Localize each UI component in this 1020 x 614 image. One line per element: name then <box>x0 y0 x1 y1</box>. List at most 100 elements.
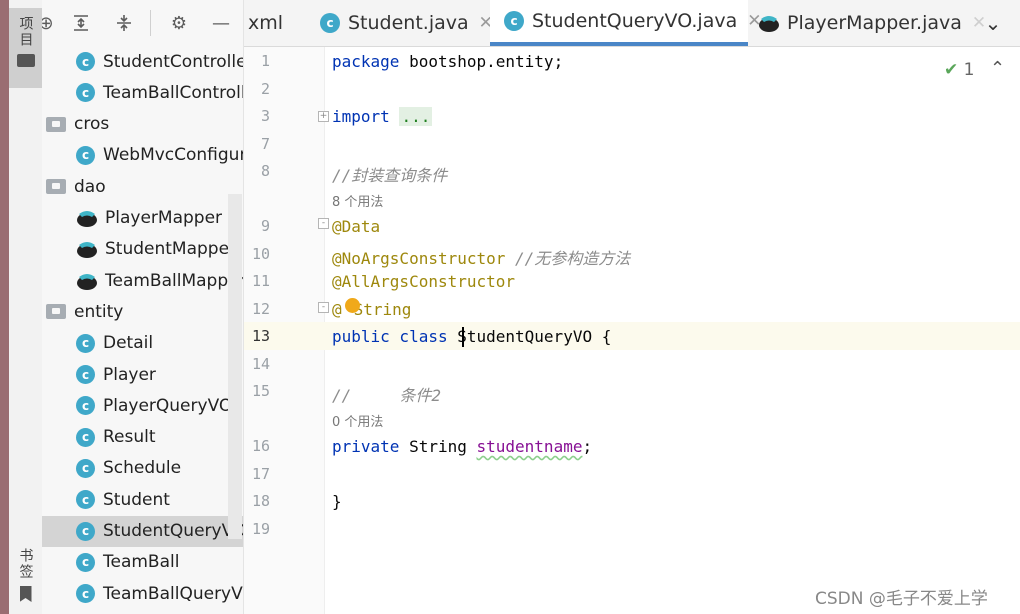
folder-icon <box>46 179 66 195</box>
tree-item[interactable]: cros <box>42 109 243 140</box>
tab-list-chevron-icon[interactable]: ⌄ <box>978 0 1008 46</box>
line-number: 18 <box>251 492 270 510</box>
bookmarks-tool-tab[interactable]: 书签 <box>9 548 42 614</box>
expand-all-icon[interactable] <box>69 11 93 35</box>
lightbulb-icon[interactable] <box>345 298 360 313</box>
tree-item-label: StudentController <box>103 51 244 72</box>
code-line-18[interactable]: } <box>332 492 342 511</box>
editor-tab-bar: xml c Student.java ✕ c StudentQueryVO.ja… <box>244 0 1020 47</box>
code-line-16[interactable]: private String studentname; <box>332 437 592 456</box>
tree-item-label: Schedule <box>103 458 182 479</box>
code-line-10[interactable]: @NoArgsConstructor //无参构造方法 <box>332 245 630 269</box>
tree-item[interactable]: entity <box>42 296 243 327</box>
class-icon: c <box>76 552 95 572</box>
class-icon: c <box>76 83 95 103</box>
code-line-9[interactable]: @Data <box>332 217 380 236</box>
minimize-icon[interactable]: — <box>209 11 233 35</box>
gear-icon[interactable]: ⚙ <box>167 11 191 35</box>
fold-marker-icon[interactable]: - <box>318 302 329 313</box>
tree-item[interactable]: c Student <box>42 484 243 515</box>
class-icon: c <box>76 365 95 384</box>
line-number: 15 <box>251 382 270 400</box>
code-line-11[interactable]: @AllArgsConstructor <box>332 272 515 291</box>
keyword: private <box>332 437 400 456</box>
tree-item[interactable]: c TeamBallController <box>42 77 243 108</box>
mybatis-icon <box>759 16 779 32</box>
usages-hint[interactable]: 8 个用法 <box>332 191 383 210</box>
annotation-at: @ <box>332 300 342 319</box>
tree-item[interactable]: c StudentController <box>42 46 244 77</box>
inspection-count: 1 <box>963 60 975 80</box>
brace: { <box>592 327 612 346</box>
tree-item[interactable]: StudentMapper <box>42 234 243 265</box>
project-toolbar: ⊕ ⚙ — <box>42 0 243 46</box>
folded-imports[interactable]: ... <box>399 107 433 126</box>
tree-item-label: TeamBallQueryVO <box>103 583 244 604</box>
usages-hint[interactable]: 0 个用法 <box>332 411 383 430</box>
tab-student-java[interactable]: c Student.java ✕ <box>320 0 493 46</box>
locate-icon[interactable]: ⊕ <box>42 11 58 35</box>
code-line-15[interactable]: // 条件2 <box>332 382 441 406</box>
project-tool-label: 项目 <box>17 16 34 48</box>
class-icon: c <box>76 521 95 541</box>
fold-expand-icon[interactable]: + <box>318 111 329 122</box>
class-icon: c <box>76 52 95 71</box>
class-icon: c <box>76 427 95 447</box>
toolbar-divider <box>150 10 151 36</box>
tree-item[interactable]: dao <box>42 171 243 202</box>
check-icon: ✔ <box>944 60 959 80</box>
tree-item[interactable]: c Player <box>42 359 243 390</box>
tree-item[interactable]: c Result <box>42 422 243 453</box>
comment: //无参构造方法 <box>505 249 631 268</box>
collapse-all-icon[interactable] <box>112 11 136 35</box>
window-edge <box>0 0 9 614</box>
tree-item-label: WebMvcConfigurer <box>103 145 243 166</box>
code-line-8[interactable]: //封装查询条件 <box>332 162 447 186</box>
code-line-13[interactable]: public class StudentQueryVO { <box>332 327 611 346</box>
type-name: String <box>399 437 477 456</box>
project-scrollbar[interactable] <box>228 194 242 539</box>
package-name: bootshop.entity; <box>399 52 564 71</box>
tab-playermapper-java[interactable]: PlayerMapper.java ✕ <box>758 0 986 46</box>
tree-item-label: TeamBallMapper <box>105 270 244 291</box>
tree-item-label: StudentMapper <box>105 239 237 260</box>
annotation: @NoArgsConstructor <box>332 249 506 268</box>
mybatis-icon <box>77 211 97 227</box>
inspection-widget[interactable]: ✔ 1 <box>944 60 974 80</box>
tree-item[interactable]: c StudentQueryVO <box>42 515 243 547</box>
class-icon: c <box>320 13 340 33</box>
line-number: 7 <box>260 135 270 153</box>
tree-item[interactable]: c Schedule <box>42 453 243 484</box>
tree-item[interactable]: PlayerMapper <box>42 203 243 234</box>
class-name: StudentQueryVO <box>447 327 593 346</box>
tab-xml[interactable]: xml <box>248 0 308 46</box>
tool-window-strip: 项目 书签 <box>9 0 43 614</box>
chevron-up-icon[interactable]: ⌃ <box>990 58 1005 79</box>
tree-item[interactable]: c PlayerQueryVO <box>42 390 243 421</box>
class-icon: c <box>76 333 95 353</box>
project-tool-tab[interactable]: 项目 <box>9 8 42 88</box>
code-line-12[interactable]: @ String <box>332 300 411 319</box>
tree-item[interactable]: c WebMvcConfigurer <box>42 140 243 171</box>
line-number: 11 <box>251 272 270 290</box>
tree-item[interactable]: c TeamBall <box>42 547 243 578</box>
expand-all-glyph <box>74 15 88 31</box>
tree-item[interactable]: TeamBallMapper <box>42 265 244 296</box>
watermark: CSDN @毛子不爱上学 <box>815 589 988 609</box>
code-line-1[interactable]: package bootshop.entity; <box>332 52 563 71</box>
line-number: 14 <box>251 355 270 373</box>
tree-item[interactable]: c Detail <box>42 328 243 359</box>
tab-playermapper-label: PlayerMapper.java <box>787 12 962 34</box>
keyword: package <box>332 52 400 71</box>
fold-marker-icon[interactable]: - <box>318 218 329 229</box>
code-line-3[interactable]: import ... <box>332 107 433 126</box>
tree-item[interactable]: c TeamBallQueryVO <box>42 578 244 609</box>
line-number: 13 <box>251 327 270 345</box>
mybatis-icon <box>77 273 97 290</box>
class-icon: c <box>76 490 95 510</box>
tab-studentqueryvo-java[interactable]: c StudentQueryVO.java ✕ <box>490 0 761 46</box>
line-number: 12 <box>251 300 270 318</box>
folder-icon <box>46 116 66 132</box>
annotation-name: String <box>353 300 412 319</box>
project-panel: ⊕ ⚙ — c StudentController c TeamBallControl… <box>42 0 244 614</box>
